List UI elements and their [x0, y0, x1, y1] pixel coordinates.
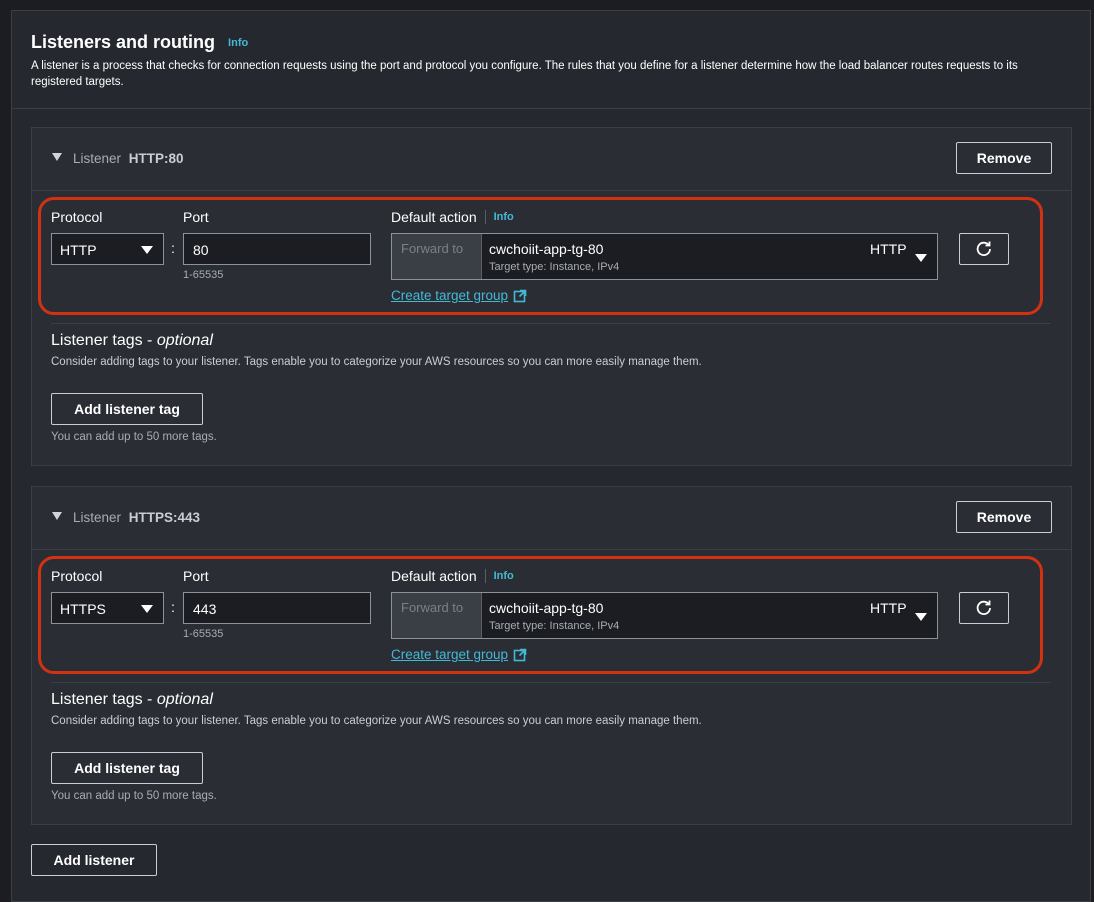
divider	[484, 569, 486, 583]
external-link-icon	[513, 648, 527, 661]
forward-to-label: Forward to	[401, 241, 464, 256]
protocol-select[interactable]: HTTP	[51, 233, 164, 265]
create-target-group-label: Create target group	[391, 288, 509, 303]
refresh-icon	[976, 241, 991, 256]
port-value: 443	[193, 601, 217, 617]
listener-tags-title: Listener tags - optional	[51, 332, 213, 350]
default-action-label-group: Default action Info	[391, 209, 514, 225]
protocol-select[interactable]: HTTPS	[51, 592, 164, 624]
listener-prefix: Listener	[73, 151, 122, 166]
remove-button[interactable]: Remove	[956, 142, 1052, 174]
port-input[interactable]: 443	[183, 592, 371, 624]
tags-title-text: Listener tags -	[51, 332, 157, 349]
refresh-icon	[976, 600, 991, 615]
port-hint: 1-65535	[183, 628, 224, 640]
create-target-group-label: Create target group	[391, 647, 509, 662]
chevron-down-icon	[915, 254, 927, 262]
protocol-label: Protocol	[51, 568, 103, 584]
listener-card-http: Listener HTTP:80 Remove Protocol HTTP : …	[31, 127, 1072, 466]
tags-hint: You can add up to 50 more tags.	[51, 431, 217, 443]
port-input[interactable]: 80	[183, 233, 371, 265]
chevron-down-icon	[915, 613, 927, 621]
page-title: Listeners and routing Info	[31, 32, 248, 53]
listeners-panel: Listeners and routing Info A listener is…	[11, 10, 1091, 902]
divider	[484, 210, 486, 224]
listener-header: Listener HTTPS:443 Remove	[32, 487, 1071, 550]
refresh-button[interactable]	[959, 233, 1009, 265]
divider	[51, 682, 1051, 683]
target-type: Target type: Instance, IPv4	[489, 261, 620, 273]
listener-tags-description: Consider adding tags to your listener. T…	[51, 356, 702, 368]
add-listener-tag-button[interactable]: Add listener tag	[51, 752, 203, 784]
protocol-value: HTTPS	[60, 601, 106, 617]
target-type: Target type: Instance, IPv4	[489, 620, 620, 632]
add-listener-tag-button[interactable]: Add listener tag	[51, 393, 203, 425]
page-title-text: Listeners and routing	[31, 32, 216, 52]
port-label: Port	[183, 209, 209, 225]
target-group-name: cwchoiit-app-tg-80	[489, 241, 604, 257]
listener-title[interactable]: Listener HTTP:80	[73, 151, 184, 166]
listener-title[interactable]: Listener HTTPS:443	[73, 510, 200, 525]
info-link[interactable]: Info	[494, 211, 514, 223]
listener-tags-title: Listener tags - optional	[51, 691, 213, 709]
info-link[interactable]: Info	[494, 570, 514, 582]
panel-header: Listeners and routing Info A listener is…	[12, 11, 1090, 109]
create-target-group-link[interactable]: Create target group	[391, 288, 527, 303]
panel-description: A listener is a process that checks for …	[31, 60, 1018, 88]
port-label: Port	[183, 568, 209, 584]
listener-tags-description: Consider adding tags to your listener. T…	[51, 715, 702, 727]
listener-name: HTTP:80	[128, 151, 184, 166]
colon-separator: :	[171, 599, 175, 615]
default-action-select[interactable]: Forward to cwchoiit-app-tg-80 Target typ…	[391, 233, 938, 280]
forward-to-addon: Forward to	[392, 234, 482, 279]
refresh-button[interactable]	[959, 592, 1009, 624]
tags-optional-text: optional	[156, 691, 213, 708]
colon-separator: :	[171, 240, 175, 256]
target-group-name: cwchoiit-app-tg-80	[489, 600, 604, 616]
forward-to-label: Forward to	[401, 600, 464, 615]
port-value: 80	[193, 242, 209, 258]
target-protocol: HTTP	[870, 241, 907, 257]
listener-name: HTTPS:443	[128, 510, 201, 525]
info-link[interactable]: Info	[228, 37, 248, 49]
chevron-down-icon	[141, 605, 153, 613]
external-link-icon	[513, 289, 527, 302]
tags-title-text: Listener tags -	[51, 691, 157, 708]
default-action-label-group: Default action Info	[391, 568, 514, 584]
listener-header: Listener HTTP:80 Remove	[32, 128, 1071, 191]
caret-down-icon[interactable]	[52, 512, 62, 520]
caret-down-icon[interactable]	[52, 153, 62, 161]
listener-prefix: Listener	[73, 510, 122, 525]
add-listener-button[interactable]: Add listener	[31, 844, 157, 876]
listener-card-https: Listener HTTPS:443 Remove Protocol HTTPS…	[31, 486, 1072, 825]
target-protocol: HTTP	[870, 600, 907, 616]
forward-to-addon: Forward to	[392, 593, 482, 638]
protocol-value: HTTP	[60, 242, 97, 258]
default-action-label: Default action	[391, 568, 477, 584]
default-action-label: Default action	[391, 209, 477, 225]
remove-button[interactable]: Remove	[956, 501, 1052, 533]
default-action-select[interactable]: Forward to cwchoiit-app-tg-80 Target typ…	[391, 592, 938, 639]
create-target-group-link[interactable]: Create target group	[391, 647, 527, 662]
divider	[51, 323, 1051, 324]
port-hint: 1-65535	[183, 269, 224, 281]
tags-optional-text: optional	[156, 332, 213, 349]
chevron-down-icon	[141, 246, 153, 254]
protocol-label: Protocol	[51, 209, 103, 225]
tags-hint: You can add up to 50 more tags.	[51, 790, 217, 802]
